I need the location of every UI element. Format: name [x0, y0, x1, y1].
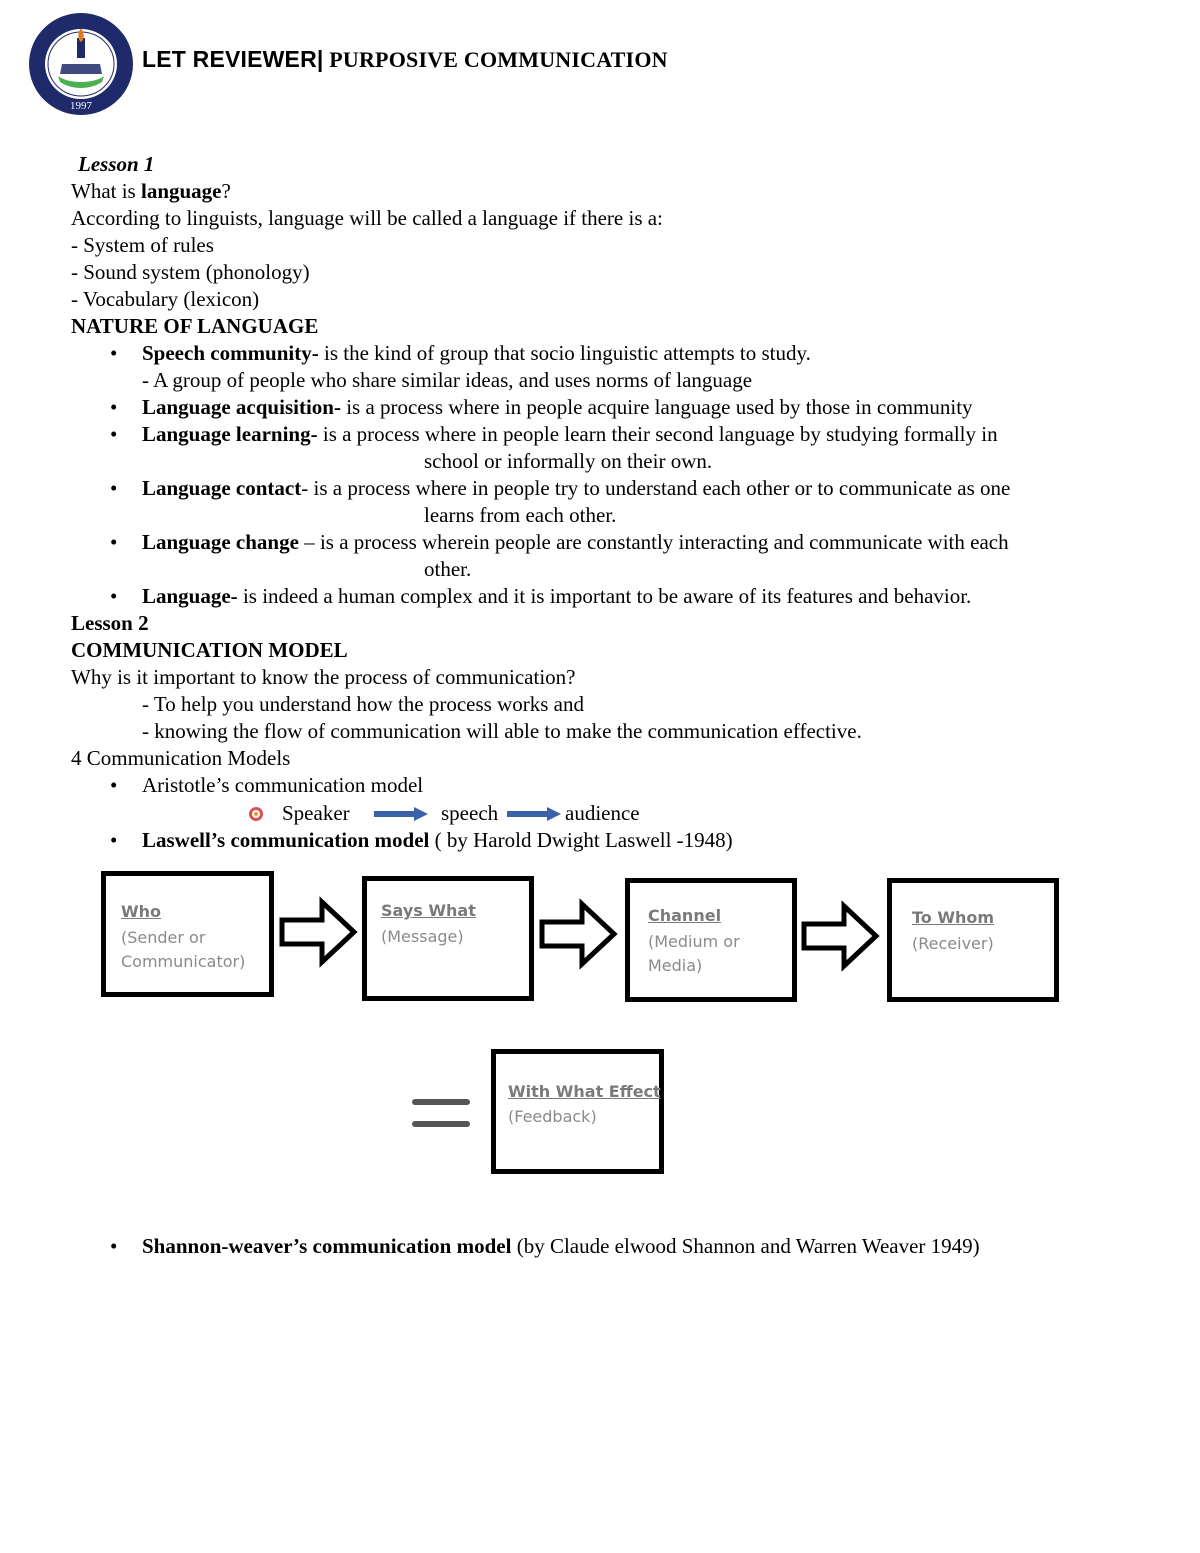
definition: is indeed a human complex and it is impo…	[237, 584, 972, 608]
language-question: What is language?	[71, 178, 231, 205]
lesson-2-heading: Lesson 2	[71, 611, 149, 635]
bullet-icon: •	[110, 476, 118, 500]
bullet-icon: •	[110, 828, 118, 852]
box-title: To Whom	[912, 908, 995, 927]
box-subtitle: (Receiver)	[912, 934, 994, 953]
answer-item: - To help you understand how the process…	[142, 692, 584, 716]
definition: – is a process wherein people are consta…	[298, 530, 1009, 554]
title-subject: PURPOSIVE COMMUNICATION	[323, 47, 668, 72]
language-intro: According to linguists, language will be…	[71, 206, 663, 230]
definition: is a process where in people learn their…	[317, 422, 998, 446]
box-subtitle: (Feedback)	[508, 1107, 597, 1126]
laswell-box-with-what-effect: With What Effect (Feedback)	[491, 1049, 664, 1174]
list-item: Language- is indeed a human complex and …	[142, 583, 971, 610]
equals-icon	[412, 1099, 470, 1127]
flow-step-audience: audience	[565, 801, 640, 825]
nature-of-language-heading: NATURE OF LANGUAGE	[71, 314, 319, 338]
department-seal-logo: 1997	[29, 13, 133, 115]
flow-step-speech: speech	[441, 801, 499, 825]
flower-marker-icon	[249, 807, 263, 821]
definition-continuation: learns from each other.	[424, 503, 617, 527]
term: Language acquisition-	[142, 395, 341, 419]
title-reviewer: LET REVIEWER|	[142, 46, 324, 72]
question-prefix: What is	[71, 179, 141, 203]
document-title: LET REVIEWER| PURPOSIVE COMMUNICATION	[142, 46, 668, 73]
process-question: Why is it important to know the process …	[71, 665, 576, 689]
model-aristotle: Aristotle’s communication model	[142, 773, 424, 797]
bullet-icon: •	[110, 395, 118, 419]
model-name: Shannon-weaver’s communication model	[142, 1234, 512, 1258]
term: Language change	[142, 530, 299, 554]
laswell-box-who: Who (Sender or Communicator)	[101, 871, 274, 997]
definition-continuation: school or informally on their own.	[424, 449, 713, 473]
list-item: Language contact- is a process where in …	[142, 475, 1010, 502]
outline-arrow-icon	[801, 900, 880, 972]
term: Language-	[142, 584, 238, 608]
svg-text:1997: 1997	[70, 100, 93, 112]
box-title: With What Effect	[508, 1082, 661, 1101]
list-item: Speech community- is the kind of group t…	[142, 340, 811, 367]
laswell-box-to-whom: To Whom (Receiver)	[887, 878, 1059, 1002]
term: Language contact	[142, 476, 302, 500]
term: Language learning-	[142, 422, 318, 446]
list-subitem: - A group of people who share similar id…	[142, 368, 753, 392]
bullet-icon: •	[110, 773, 118, 797]
model-shannon-weaver: Shannon-weaver’s communication model (by…	[142, 1233, 980, 1260]
question-bold: language	[140, 179, 222, 203]
bullet-icon: •	[110, 530, 118, 554]
criteria-item: - System of rules	[71, 233, 214, 257]
right-arrow-icon	[374, 807, 428, 821]
definition-continuation: other.	[424, 557, 472, 581]
laswell-box-says-what: Says What (Message)	[362, 876, 534, 1001]
model-laswell: Laswell’s communication model ( by Harol…	[142, 827, 733, 854]
list-item: Language change – is a process wherein p…	[142, 529, 1009, 556]
definition: is the kind of group that socio linguist…	[318, 341, 811, 365]
box-subtitle: (Medium or Media)	[648, 932, 740, 975]
criteria-item: - Sound system (phonology)	[71, 260, 310, 284]
box-title: Says What	[381, 901, 476, 920]
box-title: Channel	[648, 906, 722, 925]
box-subtitle: (Sender or Communicator)	[121, 928, 246, 971]
list-item: Language learning- is a process where in…	[142, 421, 998, 448]
right-arrow-icon	[507, 807, 561, 821]
communication-model-heading: COMMUNICATION MODEL	[71, 638, 348, 662]
definition: is a process where in people acquire lan…	[340, 395, 973, 419]
list-item: Language acquisition- is a process where…	[142, 394, 973, 421]
question-suffix: ?	[221, 179, 231, 203]
bullet-icon: •	[110, 1234, 118, 1258]
outline-arrow-icon	[279, 896, 358, 968]
answer-item: - knowing the flow of communication will…	[142, 719, 862, 743]
term: Speech community-	[142, 341, 319, 365]
models-heading: 4 Communication Models	[71, 746, 291, 770]
model-attribution: (by Claude elwood Shannon and Warren Wea…	[511, 1234, 980, 1258]
definition: - is a process where in people try to un…	[301, 476, 1011, 500]
flow-step-speaker: Speaker	[282, 801, 350, 825]
criteria-item: - Vocabulary (lexicon)	[71, 287, 260, 311]
laswell-box-channel: Channel (Medium or Media)	[625, 878, 797, 1002]
box-subtitle: (Message)	[381, 927, 464, 946]
model-name: Laswell’s communication model	[142, 828, 430, 852]
bullet-icon: •	[110, 422, 118, 446]
box-title: Who	[121, 902, 162, 921]
model-attribution: ( by Harold Dwight Laswell -1948)	[429, 828, 733, 852]
bullet-icon: •	[110, 341, 118, 365]
lesson-1-heading: Lesson 1	[78, 152, 155, 176]
outline-arrow-icon	[539, 898, 618, 970]
bullet-icon: •	[110, 584, 118, 608]
